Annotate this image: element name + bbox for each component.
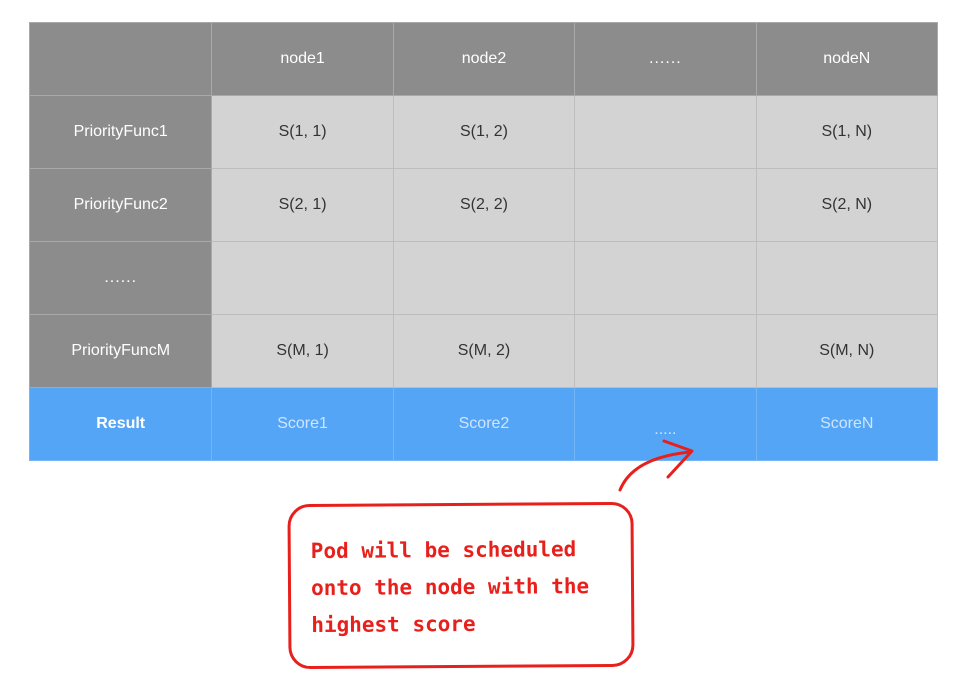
table-row: PriorityFunc2 S(2, 1) S(2, 2) S(2, N) [28, 168, 939, 242]
score-cell: S(1, 1) [211, 95, 394, 169]
header-nodeN: nodeN [755, 22, 939, 96]
row-label: PriorityFunc1 [28, 95, 213, 169]
score-cell: S(2, 2) [392, 168, 576, 242]
score-cell [574, 314, 757, 388]
score-cell [574, 95, 757, 169]
result-cell: ScoreN [755, 387, 939, 461]
result-ellipsis: ..... [574, 387, 757, 461]
score-cell: S(1, N) [755, 95, 939, 169]
row-label: ...... [28, 241, 213, 315]
score-cell [392, 241, 576, 315]
score-cell: S(2, 1) [211, 168, 394, 242]
score-cell: S(M, 1) [211, 314, 394, 388]
result-row: Result Score1 Score2 ..... ScoreN [28, 387, 939, 461]
score-cell: S(M, 2) [392, 314, 576, 388]
result-cell: Score1 [211, 387, 394, 461]
row-label: PriorityFuncM [28, 314, 213, 388]
result-cell: Score2 [392, 387, 576, 461]
header-ellipsis: ...... [574, 22, 757, 96]
score-cell [574, 168, 757, 242]
score-cell: S(M, N) [755, 314, 939, 388]
score-cell: S(2, N) [755, 168, 939, 242]
header-node2: node2 [392, 22, 576, 96]
score-cell [755, 241, 939, 315]
result-label: Result [28, 387, 213, 461]
corner-cell [28, 22, 213, 96]
table-row: PriorityFunc1 S(1, 1) S(1, 2) S(1, N) [28, 95, 939, 169]
header-node1: node1 [211, 22, 394, 96]
table-row: PriorityFuncM S(M, 1) S(M, 2) S(M, N) [28, 314, 939, 388]
score-cell [211, 241, 394, 315]
row-label: PriorityFunc2 [28, 168, 213, 242]
callout-text: Pod will be scheduled onto the node with… [310, 537, 590, 638]
score-cell: S(1, 2) [392, 95, 576, 169]
priority-score-table: node1 node2 ...... nodeN PriorityFunc1 S… [28, 22, 939, 461]
table-row: ...... [28, 241, 939, 315]
score-cell [574, 241, 757, 315]
callout-note: Pod will be scheduled onto the node with… [287, 501, 635, 670]
header-row: node1 node2 ...... nodeN [28, 22, 939, 96]
